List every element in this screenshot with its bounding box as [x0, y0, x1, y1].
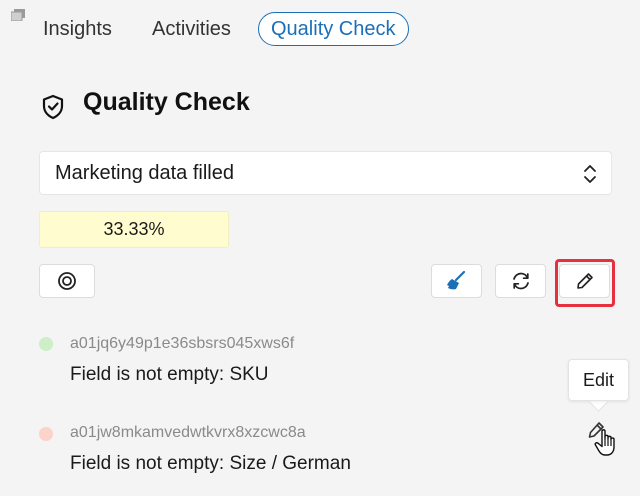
quality-rule-select-value: Marketing data filled	[55, 162, 234, 184]
broom-icon	[446, 270, 465, 290]
refresh-button[interactable]	[495, 264, 546, 298]
quality-score-badge: 33.33%	[39, 211, 229, 248]
chevron-up-down-icon	[584, 165, 596, 183]
row-edit-button[interactable]	[586, 419, 622, 459]
clean-button[interactable]	[431, 264, 482, 298]
tab-insights[interactable]: Insights	[43, 12, 112, 46]
shield-check-icon	[42, 94, 64, 120]
tab-quality-check[interactable]: Quality Check	[258, 12, 409, 46]
refresh-icon	[512, 272, 529, 290]
tab-activities[interactable]: Activities	[152, 12, 231, 46]
window-icon	[11, 9, 25, 21]
rule-result-message: Field is not empty: Size / German	[70, 453, 351, 474]
rule-result-message: Field is not empty: SKU	[70, 364, 269, 385]
edit-button[interactable]	[559, 264, 610, 298]
status-dot-pass	[39, 337, 53, 351]
record-id: a01jq6y49p1e36sbsrs045xws6f	[70, 335, 295, 352]
quality-rule-select[interactable]: Marketing data filled	[39, 151, 612, 195]
page-title: Quality Check	[83, 88, 250, 116]
target-button[interactable]	[39, 264, 95, 298]
status-dot-fail	[39, 427, 53, 441]
record-id: a01jw8mkamvedwtkvrx8xzcwc8a	[70, 424, 306, 441]
target-icon	[58, 272, 76, 290]
hand-cursor-icon	[594, 429, 615, 456]
pencil-icon	[576, 273, 593, 289]
edit-tooltip: Edit	[568, 359, 629, 401]
